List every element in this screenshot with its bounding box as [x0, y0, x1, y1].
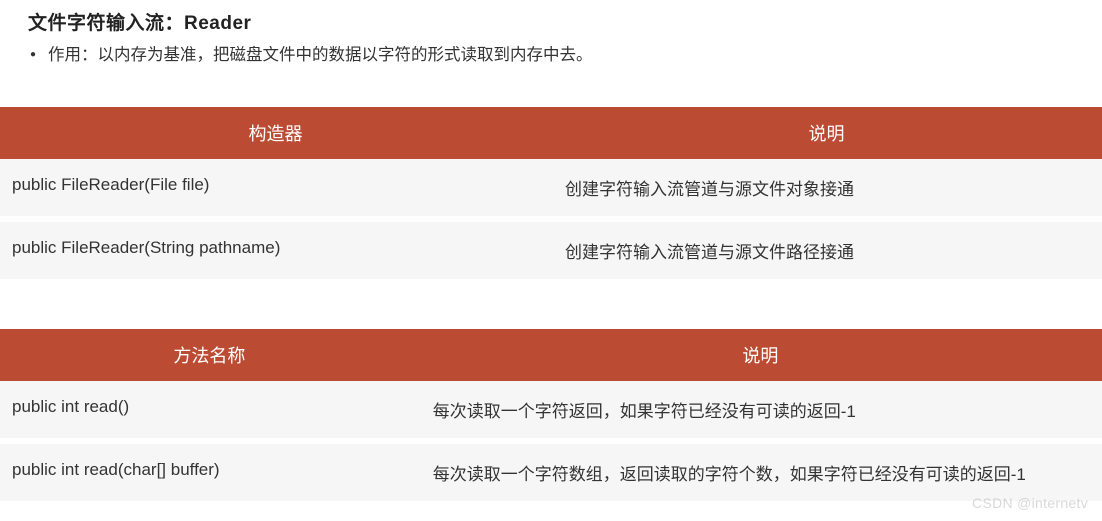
- table-row: public int read() 每次读取一个字符返回，如果字符已经没有可读的…: [0, 381, 1102, 444]
- constructor-table: 构造器 说明 public FileReader(File file) 创建字符…: [0, 107, 1102, 285]
- table-row: public int read(char[] buffer) 每次读取一个字符数…: [0, 444, 1102, 507]
- document-container: 文件字符输入流：Reader ● 作用：以内存为基准，把磁盘文件中的数据以字符的…: [0, 0, 1102, 507]
- table-header-row: 方法名称 说明: [0, 329, 1102, 381]
- table-row: public FileReader(File file) 创建字符输入流管道与源…: [0, 159, 1102, 222]
- bullet-item: ● 作用：以内存为基准，把磁盘文件中的数据以字符的形式读取到内存中去。: [0, 41, 1102, 79]
- cell-description: 创建字符输入流管道与源文件对象接通: [551, 159, 1102, 216]
- cell-constructor: public FileReader(File file): [0, 159, 551, 216]
- bullet-text: 作用：以内存为基准，把磁盘文件中的数据以字符的形式读取到内存中去。: [48, 43, 593, 67]
- cell-description: 创建字符输入流管道与源文件路径接通: [551, 222, 1102, 279]
- table-row: public FileReader(String pathname) 创建字符输…: [0, 222, 1102, 285]
- table-header-constructor: 构造器: [0, 107, 551, 159]
- cell-description: 每次读取一个字符数组，返回读取的字符个数，如果字符已经没有可读的返回-1: [419, 444, 1102, 501]
- method-table: 方法名称 说明 public int read() 每次读取一个字符返回，如果字…: [0, 329, 1102, 507]
- cell-method: public int read(char[] buffer): [0, 444, 419, 501]
- cell-constructor: public FileReader(String pathname): [0, 222, 551, 279]
- bullet-dot-icon: ●: [30, 43, 36, 67]
- bullet-desc: 以内存为基准，把磁盘文件中的数据以字符的形式读取到内存中去。: [98, 46, 593, 64]
- table-header-description: 说明: [551, 107, 1102, 159]
- table-header-row: 构造器 说明: [0, 107, 1102, 159]
- bullet-label: 作用：: [48, 46, 98, 64]
- table-header-method: 方法名称: [0, 329, 419, 381]
- cell-method: public int read(): [0, 381, 419, 438]
- page-title: 文件字符输入流：Reader: [0, 8, 1102, 35]
- table-header-description: 说明: [419, 329, 1102, 381]
- cell-description: 每次读取一个字符返回，如果字符已经没有可读的返回-1: [419, 381, 1102, 438]
